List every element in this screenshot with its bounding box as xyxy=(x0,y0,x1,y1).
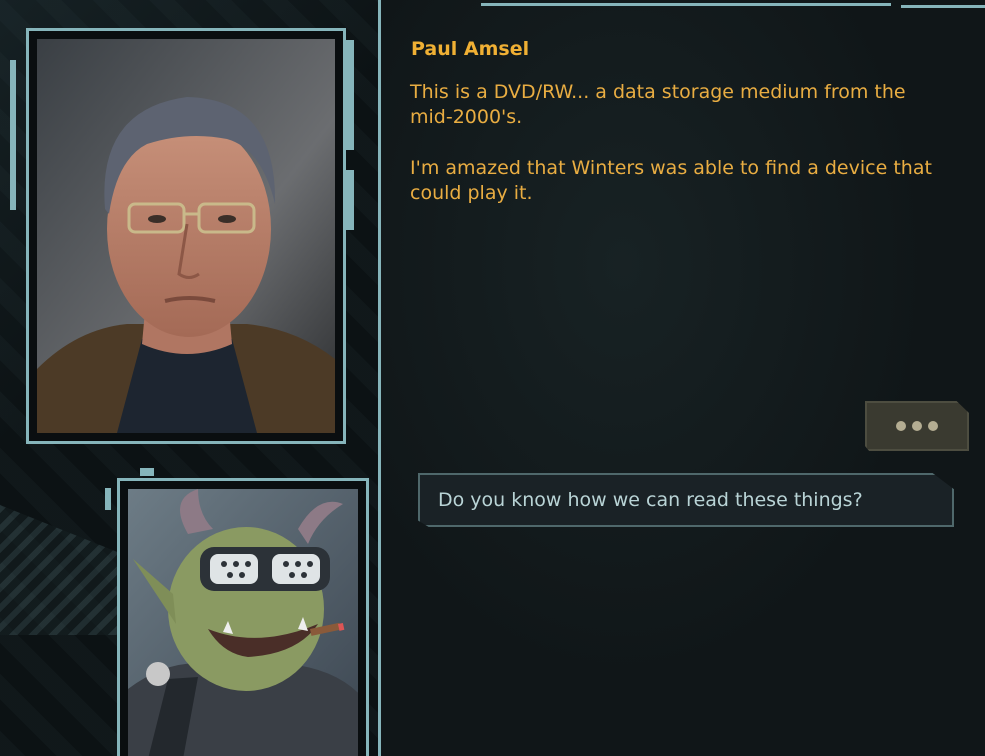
dialog-text: This is a DVD/RW... a data storage mediu… xyxy=(410,80,950,232)
frame-accent xyxy=(10,60,16,210)
frame-accent xyxy=(105,488,111,510)
panel-border-decoration xyxy=(481,0,891,6)
speaker-portrait-frame xyxy=(26,28,346,444)
frame-accent xyxy=(346,170,354,230)
frame-accent xyxy=(140,468,154,476)
player-portrait xyxy=(128,489,358,756)
speaker-portrait-art xyxy=(37,39,335,433)
frame-accent xyxy=(346,40,354,150)
player-portrait-art xyxy=(128,489,358,756)
continue-button[interactable] xyxy=(865,401,969,451)
dialog-panel: Paul Amsel This is a DVD/RW... a data st… xyxy=(378,0,985,756)
ellipsis-icon xyxy=(896,421,938,431)
speaker-name: Paul Amsel xyxy=(411,38,530,60)
isometric-floor xyxy=(0,505,130,635)
panel-border-decoration xyxy=(901,0,985,8)
dialog-line: This is a DVD/RW... a data storage mediu… xyxy=(410,81,906,128)
speaker-portrait xyxy=(37,39,335,433)
dialog-line: I'm amazed that Winters was able to find… xyxy=(410,157,932,204)
player-portrait-frame xyxy=(117,478,369,756)
response-option[interactable]: Do you know how we can read these things… xyxy=(418,473,954,527)
response-option-label: Do you know how we can read these things… xyxy=(438,489,863,511)
